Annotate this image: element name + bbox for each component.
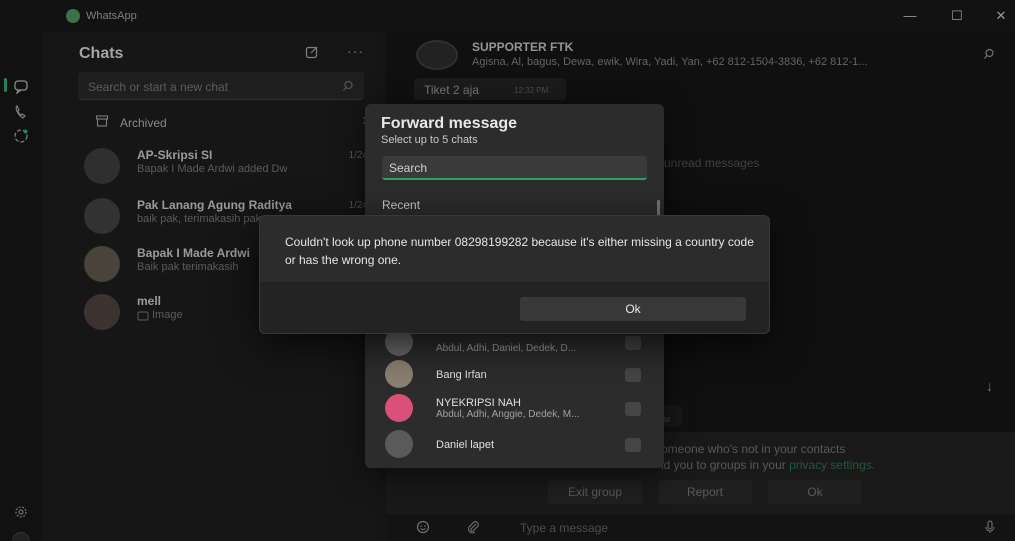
forward-chat-item[interactable]: Daniel lapet (381, 430, 653, 460)
error-alert-dialog: Couldn't look up phone number 0829819928… (259, 215, 770, 334)
select-checkbox[interactable] (625, 438, 641, 452)
forward-chat-item[interactable]: Bang Irfan (381, 360, 653, 390)
contact-avatar (385, 430, 413, 458)
alert-message: Couldn't look up phone number 0829819928… (285, 235, 754, 267)
forward-chat-name: Bang Irfan (436, 369, 487, 381)
alert-ok-button[interactable]: Ok (520, 297, 746, 321)
select-checkbox[interactable] (625, 402, 641, 416)
recent-heading: Recent (382, 198, 421, 212)
forward-chat-members: Abdul, Adhi, Anggie, Dedek, M... (436, 409, 580, 420)
dialog-subtitle: Select up to 5 chats (381, 134, 478, 146)
forward-search-placeholder: Search (389, 161, 428, 175)
dialog-title: Forward message (381, 115, 518, 132)
group-avatar (385, 394, 413, 422)
contact-avatar (385, 360, 413, 388)
alert-footer: Ok (260, 282, 769, 333)
select-checkbox[interactable] (625, 368, 641, 382)
forward-search-input[interactable]: Search (382, 156, 647, 180)
forward-chat-members: Abdul, Adhi, Daniel, Dedek, D... (436, 343, 577, 354)
select-checkbox[interactable] (625, 336, 641, 350)
forward-chat-name: NYEKRIPSI NAH (436, 397, 521, 409)
forward-chat-name: Daniel lapet (436, 439, 495, 451)
forward-chat-item[interactable]: NYEKRIPSI NAH Abdul, Adhi, Anggie, Dedek… (381, 394, 653, 424)
